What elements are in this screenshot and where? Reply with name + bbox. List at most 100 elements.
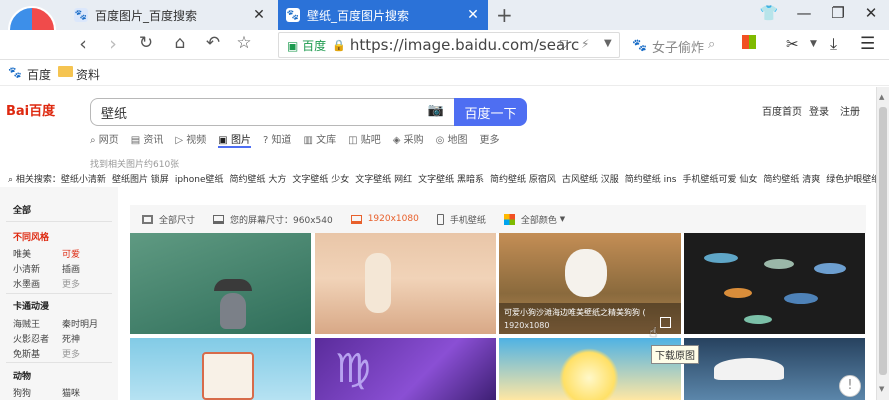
bookmark-folder-ziliao[interactable]: 资料: [76, 66, 100, 83]
close-icon[interactable]: ✕: [466, 7, 480, 23]
related-link[interactable]: 古风壁纸 汉服: [562, 175, 619, 185]
category-item[interactable]: 死神: [62, 332, 80, 345]
reload-icon[interactable]: ↻: [134, 33, 158, 53]
category-more[interactable]: 更多: [62, 347, 80, 360]
bookmark-baidu[interactable]: 百度: [27, 66, 51, 83]
scroll-down-icon[interactable]: ▼: [879, 385, 884, 393]
forward-icon[interactable]: ›: [101, 33, 125, 55]
scrollbar-thumb[interactable]: [879, 107, 887, 375]
address-bar[interactable]: ▣ 百度 🔒 https://image.baidu.com/searc: [278, 32, 620, 58]
baidu-logo[interactable]: Bai百度: [6, 100, 55, 119]
menu-icon[interactable]: ☰: [860, 34, 875, 54]
filter-all-colors[interactable]: 全部颜色 ▼: [503, 213, 565, 226]
paw-icon: 🐾: [632, 38, 647, 52]
category-all[interactable]: 全部: [13, 203, 31, 216]
link-login[interactable]: 登录: [809, 103, 829, 118]
related-link[interactable]: 文字壁纸 黑暗系: [418, 175, 484, 185]
certificate-label: ▣ 百度: [287, 38, 327, 53]
wallpaper-image[interactable]: ♍: [315, 338, 496, 400]
related-link[interactable]: iphone壁纸: [175, 175, 224, 185]
category-item[interactable]: 猫咪: [62, 386, 80, 399]
filter-screen-size[interactable]: 您的屏幕尺寸：960x540: [213, 213, 333, 226]
download-original-icon[interactable]: [660, 317, 671, 328]
search-input[interactable]: 壁纸 📷: [90, 98, 454, 126]
category-item[interactable]: 插画: [62, 262, 80, 275]
related-link[interactable]: 绿色护眼壁纸大全: [826, 175, 876, 185]
category-item[interactable]: 海贼王: [13, 317, 40, 330]
tab-more[interactable]: 更多: [480, 131, 500, 148]
new-tab-button[interactable]: +: [496, 3, 513, 27]
search-button[interactable]: 百度一下: [454, 98, 527, 126]
category-item[interactable]: 小清新: [13, 262, 40, 275]
category-item[interactable]: 水墨画: [13, 277, 40, 290]
tab-baidu-image[interactable]: 🐾 百度图片_百度搜索 ✕: [66, 0, 274, 30]
shirt-icon[interactable]: 👕: [757, 4, 781, 22]
download-icon[interactable]: ⤓: [830, 34, 837, 54]
category-item[interactable]: 免斯基: [13, 347, 40, 360]
category-item[interactable]: 可爱: [62, 247, 80, 260]
filter-phone-wallpaper[interactable]: 手机壁纸: [436, 213, 486, 226]
related-link[interactable]: 壁纸图片 锁屏: [112, 175, 169, 185]
cartoon-card: [202, 352, 254, 400]
scrollbar[interactable]: ▲ ▼: [876, 87, 889, 400]
category-item[interactable]: 秦时明月: [62, 317, 98, 330]
tab-video[interactable]: ▷ 视频: [175, 131, 206, 148]
link-register[interactable]: 注册: [840, 103, 860, 118]
virgo-symbol: ♍: [335, 346, 371, 392]
window-close-icon[interactable]: ✕: [859, 4, 883, 22]
restore-icon[interactable]: ❐: [826, 4, 850, 22]
related-link[interactable]: 文字壁纸 网红: [355, 175, 412, 185]
close-icon[interactable]: ✕: [252, 7, 266, 23]
category-more[interactable]: 更多: [62, 277, 80, 290]
wallpaper-image[interactable]: [315, 233, 496, 334]
chevron-down-icon[interactable]: ▼: [810, 39, 817, 49]
tab-wallpaper[interactable]: 🐾 壁纸_百度图片搜索 ✕: [278, 0, 488, 30]
scissors-icon[interactable]: ✂: [786, 35, 799, 53]
undo-icon[interactable]: ↶: [201, 33, 225, 53]
related-link[interactable]: 简约壁纸 ins: [625, 175, 677, 185]
tab-tieba[interactable]: ◫ 贴吧: [348, 131, 381, 148]
scroll-up-icon[interactable]: ▲: [879, 93, 884, 101]
hand-cursor-icon: ☝: [649, 325, 658, 341]
related-link[interactable]: 简约壁纸 清爽: [763, 175, 820, 185]
category-item[interactable]: 唯美: [13, 247, 31, 260]
feedback-button[interactable]: !: [839, 375, 861, 397]
related-link[interactable]: 壁纸小清新: [61, 175, 106, 185]
tab-zhidao[interactable]: ? 知道: [263, 131, 292, 148]
wallpaper-image[interactable]: [130, 338, 311, 400]
minimize-icon[interactable]: —: [792, 4, 816, 22]
tab-wenku[interactable]: ▥ 文库: [303, 131, 336, 148]
tab-web[interactable]: ⌕ 网页: [90, 131, 119, 148]
apps-icon[interactable]: [742, 35, 756, 49]
shield-icon[interactable]: ⛉: [560, 38, 568, 52]
camera-icon[interactable]: 📷: [428, 103, 444, 118]
search-icon[interactable]: ⌕: [708, 37, 715, 52]
home-icon[interactable]: ⌂: [168, 33, 192, 53]
related-link[interactable]: 简约壁纸 原宿风: [490, 175, 556, 185]
wallpaper-image-hovered[interactable]: 可爱小狗沙滩海边唯美壁纸之精美狗狗 (1680 x 1050) 1920x108…: [499, 233, 681, 334]
search-nav-tabs: ⌕ 网页 ▤ 资讯 ▷ 视频 ▣ 图片 ? 知道 ▥ 文库 ◫ 贴吧 ◈ 采购 …: [90, 131, 500, 148]
flash-icon[interactable]: ⚡: [581, 37, 589, 51]
chevron-down-icon[interactable]: ▼: [604, 38, 612, 49]
wallpaper-image[interactable]: [684, 338, 865, 400]
link-baidu-home[interactable]: 百度首页: [762, 103, 802, 118]
star-icon[interactable]: ☆: [232, 33, 256, 53]
tab-caigou[interactable]: ◈ 采购: [393, 131, 424, 148]
search-value: 壁纸: [101, 106, 128, 122]
filter-1920x1080[interactable]: 1920x1080: [350, 214, 419, 224]
tab-image[interactable]: ▣ 图片: [218, 131, 251, 148]
category-item[interactable]: 火影忍者: [13, 332, 49, 345]
related-link[interactable]: 简约壁纸 大方: [229, 175, 286, 185]
tab-map[interactable]: ◎ 地图: [436, 131, 468, 148]
baidu-logo-text: Bai百度: [6, 104, 56, 119]
result-count: 找到相关图片约610张: [90, 160, 180, 170]
wallpaper-image[interactable]: [130, 233, 311, 334]
wallpaper-image[interactable]: [684, 233, 865, 334]
back-icon[interactable]: ‹: [71, 33, 95, 55]
filter-all-sizes[interactable]: 全部尺寸: [142, 213, 195, 226]
tab-news[interactable]: ▤ 资讯: [131, 131, 164, 148]
extension-search-text[interactable]: 女子偷炸: [652, 37, 704, 56]
related-link[interactable]: 手机壁纸可爱 仙女: [683, 175, 758, 185]
category-item[interactable]: 狗狗: [13, 386, 31, 399]
related-link[interactable]: 文字壁纸 少女: [292, 175, 349, 185]
